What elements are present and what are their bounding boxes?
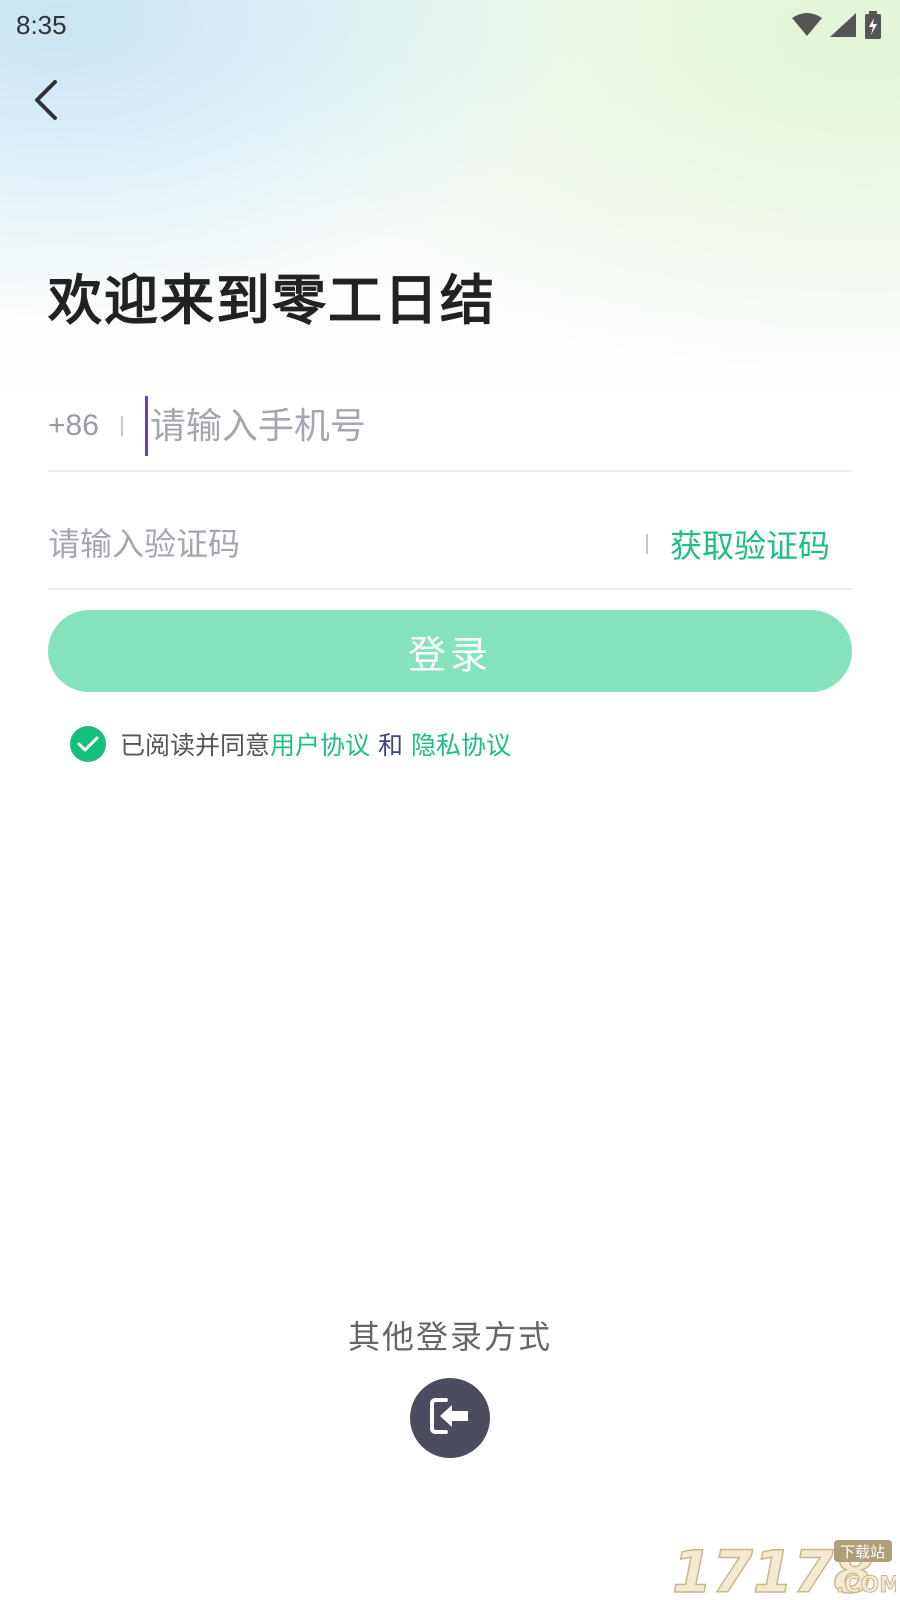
verification-code-input[interactable] (48, 514, 568, 574)
user-agreement-link[interactable]: 用户协议 (270, 726, 370, 762)
watermark-sub-top: 下载站 (840, 1543, 885, 1561)
agreement-prefix: 已阅读并同意 (120, 731, 271, 760)
other-login-label: 其他登录方式 (347, 1318, 552, 1356)
phone-input[interactable] (144, 396, 745, 456)
login-arrow-icon (428, 1396, 472, 1440)
agreement-and: 和 (378, 731, 404, 760)
chevron-left-icon (31, 79, 61, 125)
alt-login-button[interactable] (410, 1378, 490, 1458)
status-bar: 8:35 (0, 0, 900, 50)
battery-charging-icon (864, 11, 882, 39)
country-code[interactable]: +86 (48, 409, 99, 443)
back-button[interactable] (22, 78, 70, 126)
watermark-sub-bottom: .COM (836, 1573, 896, 1598)
privacy-policy-link[interactable]: 隐私协议 (411, 726, 511, 762)
page-title: 欢迎来到零工日结 (48, 269, 496, 332)
wifi-icon (792, 13, 822, 37)
status-icons (792, 11, 882, 39)
site-watermark: 17178 下载站 .COM (671, 1536, 900, 1600)
get-code-button[interactable]: 获取验证码 (670, 521, 830, 567)
login-button[interactable]: 登录 (48, 610, 852, 692)
header-background (0, 0, 900, 420)
checkmark-icon (77, 730, 99, 759)
divider (645, 534, 648, 554)
agreement-checkbox[interactable] (70, 726, 106, 762)
verification-field-row: 获取验证码 (48, 500, 852, 590)
code-actions: 获取验证码 (624, 521, 852, 567)
phone-field-row: +86 (48, 382, 852, 472)
divider (120, 416, 123, 436)
signal-icon (830, 13, 856, 37)
agreement-row: 已阅读并同意 用户协议 和 隐私协议 (70, 724, 511, 764)
status-time: 8:35 (16, 9, 67, 40)
